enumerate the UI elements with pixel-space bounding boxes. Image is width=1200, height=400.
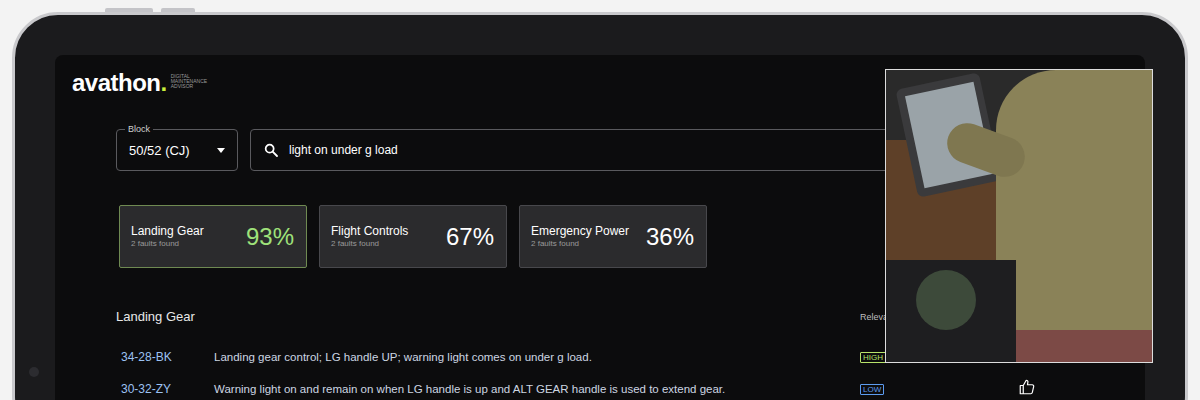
fault-description: Warning light on and remain on when LG h… xyxy=(214,383,860,395)
fault-row[interactable]: 30-32-ZYWarning light on and remain on w… xyxy=(116,373,1139,400)
video-overlay xyxy=(885,69,1153,363)
dropdown-caret-icon xyxy=(217,148,225,153)
card-name: Landing Gear xyxy=(131,224,204,239)
block-select[interactable]: Block50/52 (CJ) xyxy=(116,129,238,171)
select-value: 50/52 (CJ) xyxy=(129,143,190,158)
card-labels: Flight Controls2 faults found xyxy=(331,224,408,249)
brand-word: avathon xyxy=(72,69,161,96)
section-title: Landing Gear xyxy=(116,308,860,326)
card-score: 36% xyxy=(646,223,694,251)
card-name: Emergency Power xyxy=(531,224,629,239)
card-labels: Landing Gear2 faults found xyxy=(131,224,204,249)
card-count: 2 faults found xyxy=(331,239,408,249)
volume-button xyxy=(105,8,153,12)
brand-dot: . xyxy=(161,69,167,96)
card-score: 93% xyxy=(246,223,294,251)
card-score: 67% xyxy=(446,223,494,251)
volume-button xyxy=(161,8,195,12)
thumbs-up-icon xyxy=(1018,378,1036,396)
category-card[interactable]: Landing Gear2 faults found 93% xyxy=(119,205,307,268)
fault-description: Landing gear control; LG handle UP; warn… xyxy=(214,351,860,363)
brand-name: avathon. xyxy=(72,69,167,97)
card-name: Flight Controls xyxy=(331,224,408,239)
relevance-badge: HIGH xyxy=(860,352,886,363)
relevance-badge: LOW xyxy=(860,384,884,395)
card-count: 2 faults found xyxy=(131,239,204,249)
tablet-frame: avathon.DIGITALMAINTENANCEADVISORBlock50… xyxy=(12,12,1188,400)
select-label: Block xyxy=(125,123,153,135)
badge-cell: LOW xyxy=(860,384,1018,395)
camera-icon xyxy=(29,367,39,377)
tagline-line: ADVISOR xyxy=(171,84,207,89)
card-labels: Emergency Power2 faults found xyxy=(531,224,629,249)
category-card[interactable]: Flight Controls2 faults found 67% xyxy=(319,205,507,268)
search-icon xyxy=(263,142,279,158)
fault-code[interactable]: 34-28-BK xyxy=(116,350,214,364)
category-card[interactable]: Emergency Power2 faults found 36% xyxy=(519,205,707,268)
card-count: 2 faults found xyxy=(531,239,629,249)
brand-tagline: DIGITALMAINTENANCEADVISOR xyxy=(171,74,207,89)
search-input[interactable]: light on under g load xyxy=(289,143,398,157)
thumbs-up-button[interactable] xyxy=(1018,378,1058,400)
fault-code[interactable]: 30-32-ZY xyxy=(116,382,214,396)
